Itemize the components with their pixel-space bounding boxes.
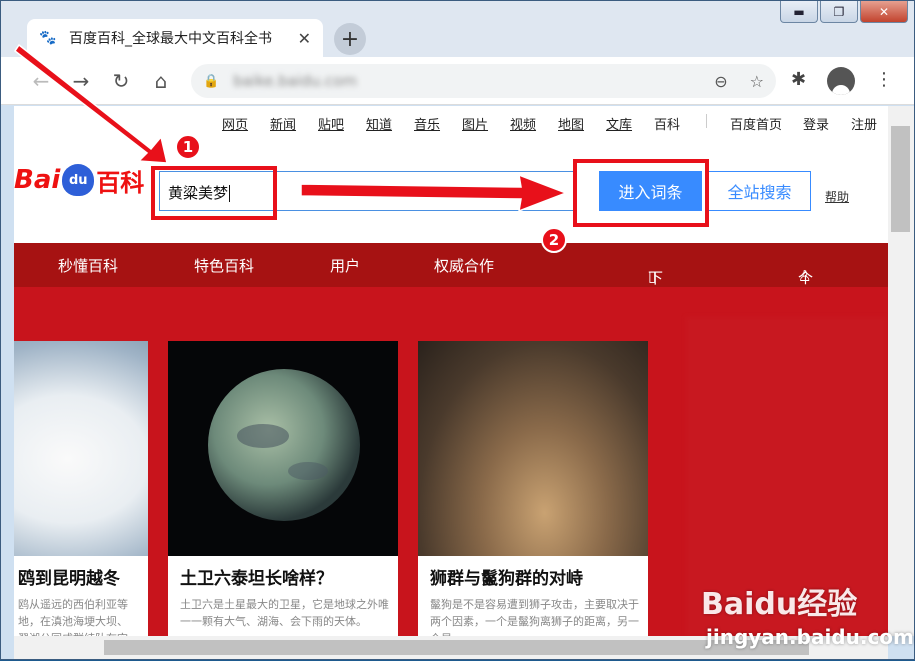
arrow-2-icon bbox=[300, 173, 569, 213]
watermark: Baidu经验 bbox=[701, 587, 858, 622]
arrow-1-icon bbox=[13, 43, 168, 164]
browser-window: ▬ ❐ ✕ 🐾 百度百科_全球最大中文百科全书 ✕ + ← → ↻ ⌂ 🔒 ba… bbox=[0, 0, 915, 660]
annotation-arrows bbox=[13, 43, 569, 213]
watermark-url: jingyan.baidu.com bbox=[706, 625, 914, 649]
